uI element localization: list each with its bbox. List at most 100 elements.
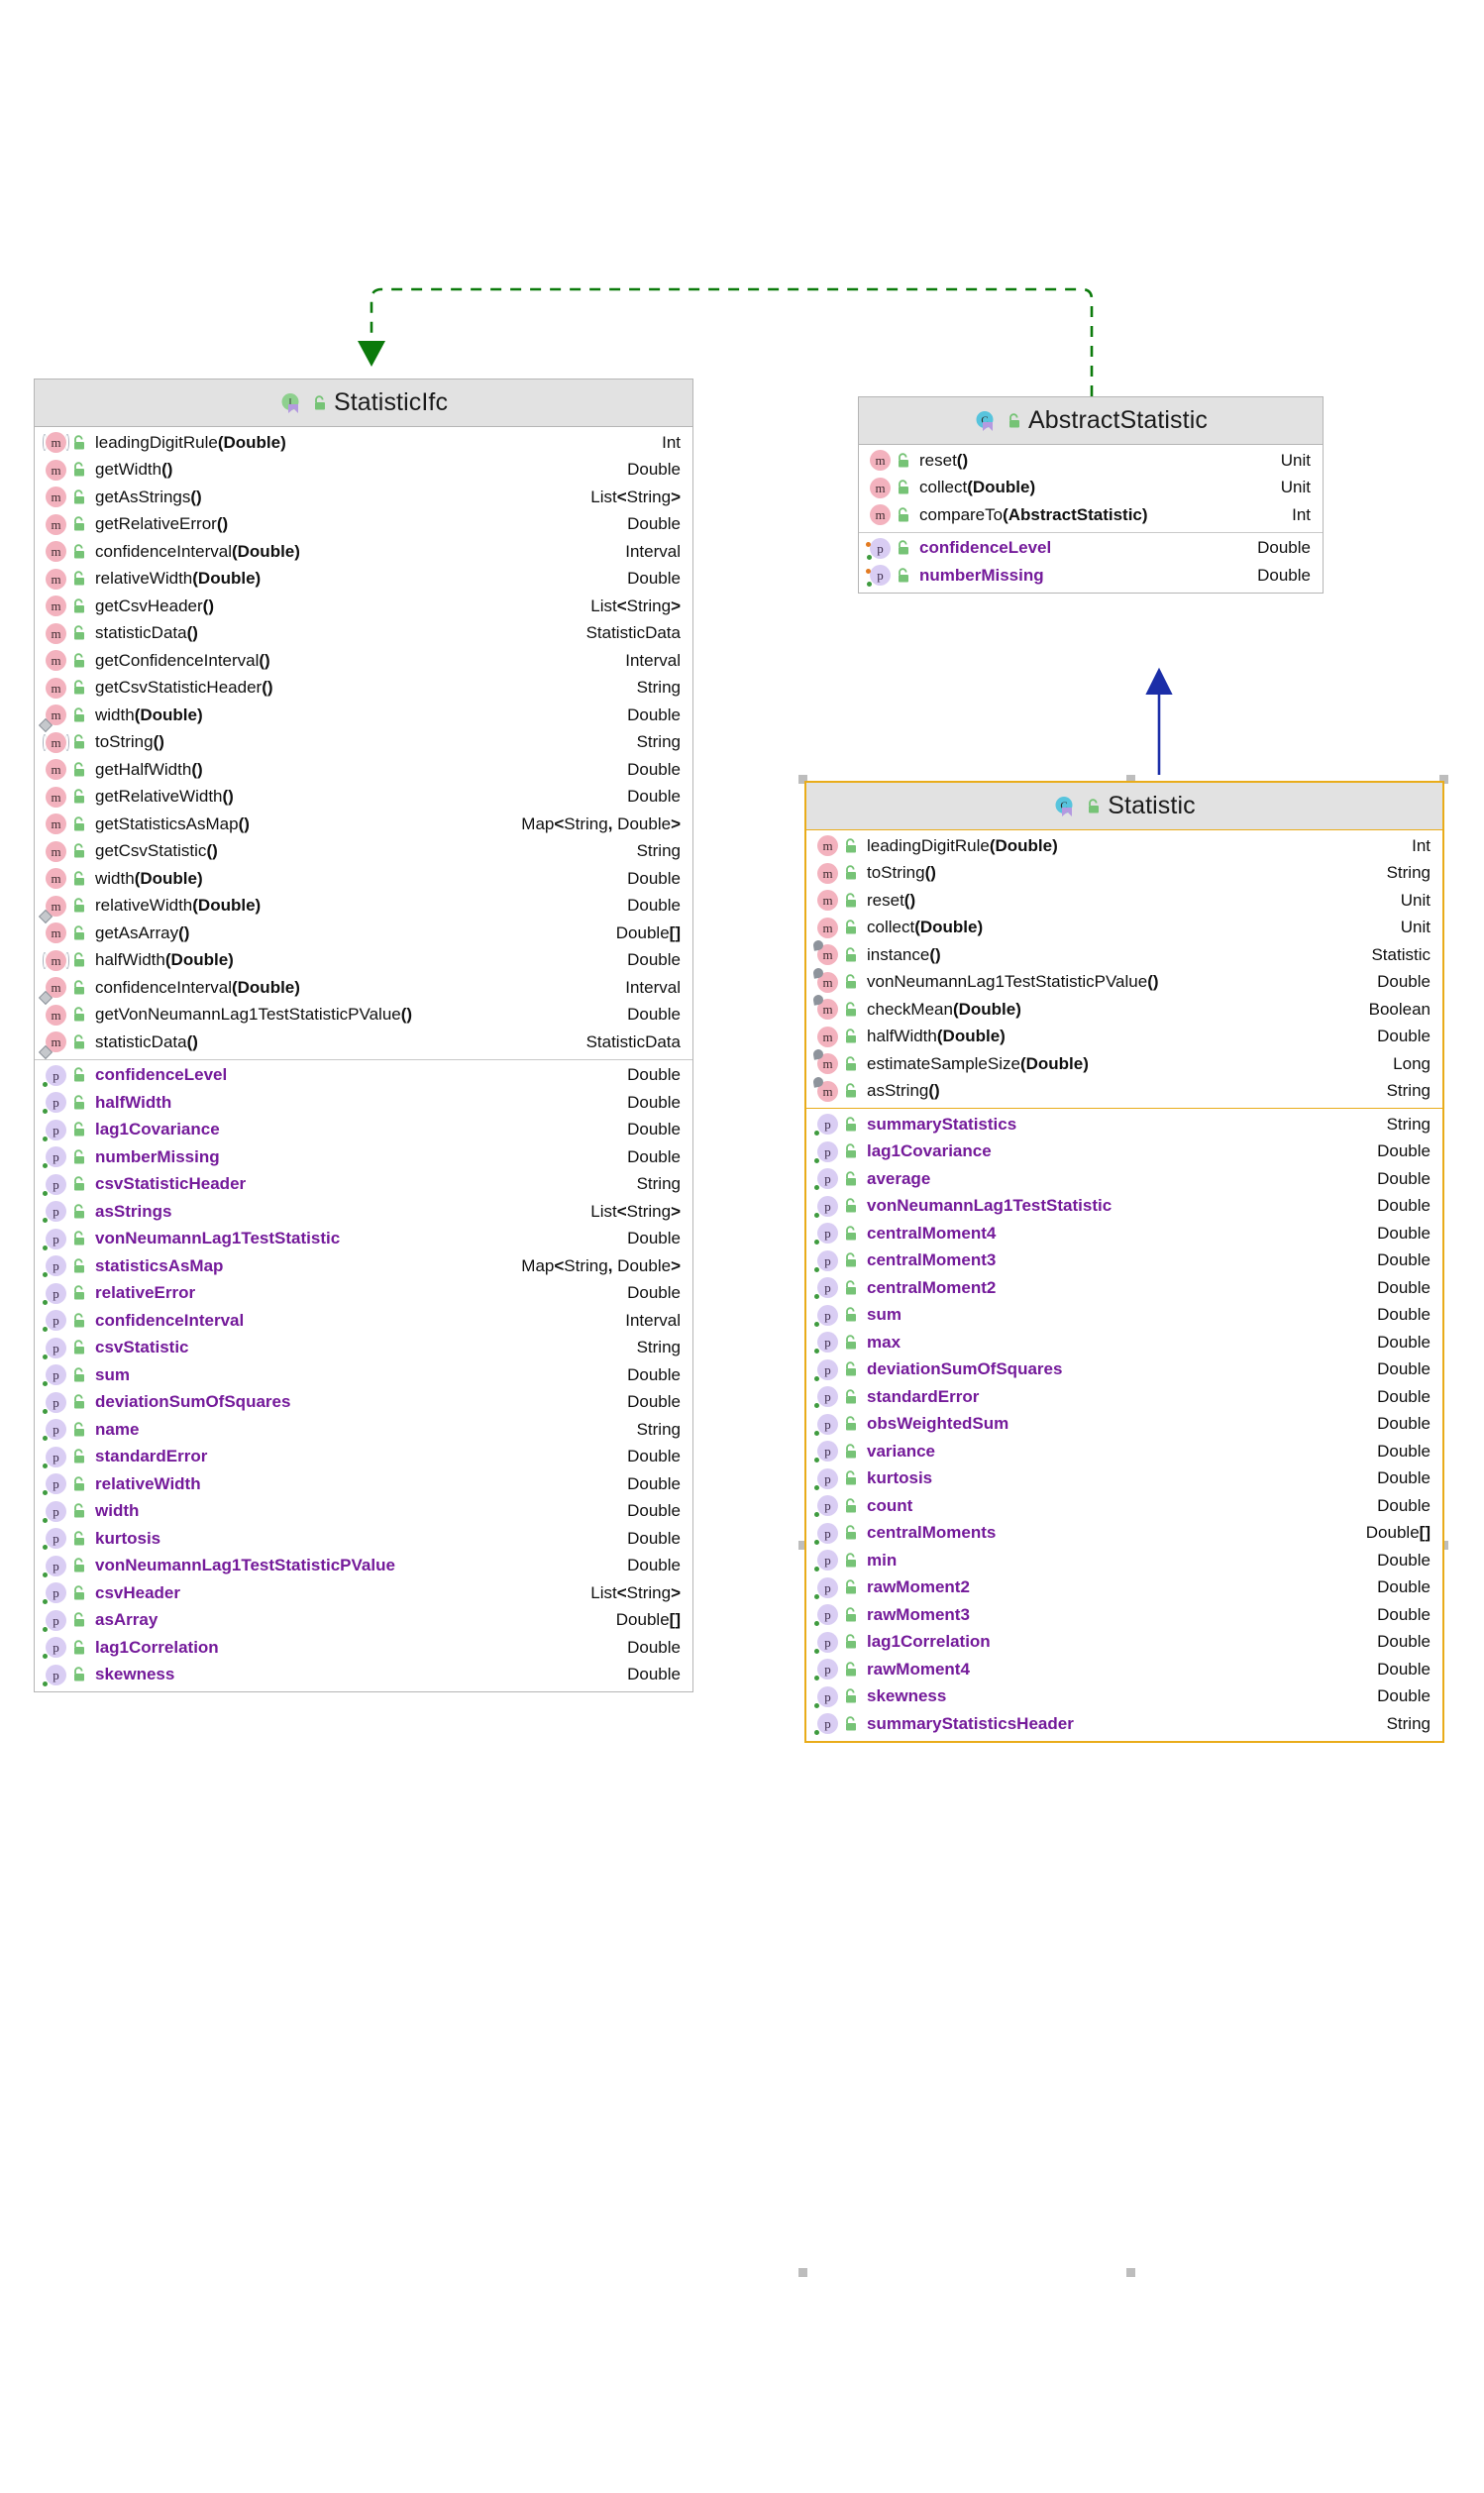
- method-row[interactable]: m getAsArray() Double[]: [35, 920, 692, 947]
- method-row[interactable]: m checkMean(Double) Boolean: [806, 994, 1442, 1024]
- property-row[interactable]: p rawMoment4 Double: [806, 1656, 1442, 1683]
- property-row[interactable]: p centralMoment4 Double: [806, 1220, 1442, 1247]
- member-type: Statistic: [1371, 944, 1431, 964]
- diagram-canvas[interactable]: I StatisticIfc m leadingDigitRule(Double)…: [0, 0, 1484, 2493]
- method-row[interactable]: m relativeWidth(Double) Double: [35, 566, 692, 594]
- property-row[interactable]: p confidenceInterval Interval: [35, 1307, 692, 1335]
- method-row[interactable]: m getWidth() Double: [35, 457, 692, 485]
- property-row[interactable]: p csvStatistic String: [35, 1335, 692, 1362]
- property-row[interactable]: p vonNeumannLag1TestStatistic Double: [35, 1226, 692, 1253]
- method-row[interactable]: m getVonNeumannLag1TestStatisticPValue() D…: [35, 1002, 692, 1030]
- method-row[interactable]: m getHalfWidth() Double: [35, 756, 692, 784]
- method-row[interactable]: m width(Double) Double: [35, 865, 692, 893]
- method-row[interactable]: m getConfidenceInterval() Interval: [35, 647, 692, 675]
- method-row[interactable]: m getAsStrings() List<String>: [35, 484, 692, 511]
- property-row[interactable]: p vonNeumannLag1TestStatisticPValue Double: [35, 1553, 692, 1580]
- class-box-statistic[interactable]: C Statistic m leadingDigitRule(Double) Int…: [804, 781, 1444, 1743]
- property-row[interactable]: p csvHeader List<String>: [35, 1579, 692, 1607]
- selection-handle-bm[interactable]: [1126, 2268, 1135, 2277]
- method-row[interactable]: m toString() String: [806, 860, 1442, 888]
- property-row[interactable]: p deviationSumOfSquares Double: [806, 1356, 1442, 1384]
- method-row[interactable]: m getCsvStatisticHeader() String: [35, 675, 692, 703]
- property-row[interactable]: p standardError Double: [806, 1383, 1442, 1411]
- property-row[interactable]: p kurtosis Double: [35, 1525, 692, 1553]
- property-row[interactable]: p summaryStatistics String: [806, 1111, 1442, 1138]
- method-row[interactable]: m relativeWidth(Double) Double: [35, 893, 692, 923]
- method-row[interactable]: m compareTo(AbstractStatistic) Int: [859, 501, 1323, 529]
- method-row[interactable]: m reset() Unit: [806, 887, 1442, 915]
- property-row[interactable]: p summaryStatisticsHeader String: [806, 1710, 1442, 1738]
- method-row[interactable]: m halfWidth(Double) Double: [35, 947, 692, 975]
- property-row[interactable]: p width Double: [35, 1498, 692, 1526]
- property-row[interactable]: p vonNeumannLag1TestStatistic Double: [806, 1193, 1442, 1221]
- property-row[interactable]: p confidenceLevel Double: [35, 1062, 692, 1090]
- property-row[interactable]: p lag1Correlation Double: [806, 1629, 1442, 1657]
- method-row[interactable]: m getCsvHeader() List<String>: [35, 593, 692, 620]
- property-row[interactable]: p confidenceLevel Double: [859, 535, 1323, 563]
- property-row[interactable]: p kurtosis Double: [806, 1465, 1442, 1493]
- property-row[interactable]: p deviationSumOfSquares Double: [35, 1389, 692, 1417]
- property-row[interactable]: p halfWidth Double: [35, 1089, 692, 1117]
- property-row[interactable]: p relativeWidth Double: [35, 1470, 692, 1498]
- method-row[interactable]: m halfWidth(Double) Double: [806, 1024, 1442, 1051]
- property-row[interactable]: p centralMoment2 Double: [806, 1274, 1442, 1302]
- property-icon: p: [43, 1228, 66, 1250]
- property-row[interactable]: p lag1Correlation Double: [35, 1634, 692, 1662]
- property-row[interactable]: p relativeError Double: [35, 1280, 692, 1308]
- class-header-abstractstatistic[interactable]: C AbstractStatistic: [859, 397, 1323, 445]
- property-row[interactable]: p lag1Covariance Double: [806, 1138, 1442, 1166]
- property-row[interactable]: p variance Double: [806, 1438, 1442, 1465]
- property-row[interactable]: p asStrings List<String>: [35, 1198, 692, 1226]
- method-row[interactable]: m reset() Unit: [859, 447, 1323, 475]
- property-row[interactable]: p centralMoments Double[]: [806, 1520, 1442, 1548]
- method-row[interactable]: m collect(Double) Unit: [859, 475, 1323, 502]
- method-row[interactable]: m confidenceInterval(Double) Interval: [35, 538, 692, 566]
- method-row[interactable]: m width(Double) Double: [35, 702, 692, 733]
- property-row[interactable]: p standardError Double: [35, 1444, 692, 1471]
- property-row[interactable]: p min Double: [806, 1547, 1442, 1574]
- class-box-statisticifc[interactable]: I StatisticIfc m leadingDigitRule(Double)…: [34, 379, 693, 1692]
- unlocked-padlock-icon: [71, 1095, 86, 1111]
- method-row[interactable]: m confidenceInterval(Double) Interval: [35, 974, 692, 1006]
- selection-handle-bl[interactable]: [798, 2268, 807, 2277]
- property-row[interactable]: p sum Double: [806, 1302, 1442, 1330]
- method-row[interactable]: m statisticData() StatisticData: [35, 1029, 692, 1060]
- method-row[interactable]: m getCsvStatistic() String: [35, 838, 692, 866]
- method-row[interactable]: m instance() Statistic: [806, 939, 1442, 969]
- property-row[interactable]: p sum Double: [35, 1361, 692, 1389]
- method-row[interactable]: m collect(Double) Unit: [806, 915, 1442, 942]
- method-row[interactable]: m toString() String: [35, 729, 692, 757]
- method-row[interactable]: m asString() String: [806, 1075, 1442, 1106]
- method-row[interactable]: m leadingDigitRule(Double) Int: [806, 832, 1442, 860]
- property-row[interactable]: p count Double: [806, 1492, 1442, 1520]
- property-row[interactable]: p asArray Double[]: [35, 1607, 692, 1635]
- method-row[interactable]: m getRelativeError() Double: [35, 511, 692, 539]
- property-row[interactable]: p csvStatisticHeader String: [35, 1171, 692, 1199]
- property-row[interactable]: p numberMissing Double: [35, 1143, 692, 1171]
- property-row[interactable]: p numberMissing Double: [859, 562, 1323, 590]
- method-row[interactable]: m leadingDigitRule(Double) Int: [35, 429, 692, 457]
- member-icons: m: [817, 1026, 858, 1047]
- property-row[interactable]: p max Double: [806, 1329, 1442, 1356]
- property-row[interactable]: p obsWeightedSum Double: [806, 1411, 1442, 1439]
- method-row[interactable]: m vonNeumannLag1TestStatisticPValue() Doub…: [806, 966, 1442, 997]
- method-name: vonNeumannLag1TestStatisticPValue(): [867, 972, 1159, 992]
- property-row[interactable]: p average Double: [806, 1165, 1442, 1193]
- getter-dot-icon: [43, 1272, 48, 1278]
- class-box-abstractstatistic[interactable]: C AbstractStatistic m reset() Unit m collect…: [858, 396, 1324, 594]
- property-row[interactable]: p skewness Double: [806, 1683, 1442, 1711]
- property-row[interactable]: p lag1Covariance Double: [35, 1117, 692, 1144]
- property-row[interactable]: p centralMoment3 Double: [806, 1247, 1442, 1275]
- member-icons: m: [817, 862, 858, 884]
- property-row[interactable]: p rawMoment2 Double: [806, 1574, 1442, 1602]
- method-row[interactable]: m statisticData() StatisticData: [35, 620, 692, 648]
- method-row[interactable]: m estimateSampleSize(Double) Long: [806, 1048, 1442, 1078]
- property-row[interactable]: p skewness Double: [35, 1662, 692, 1689]
- property-row[interactable]: p rawMoment3 Double: [806, 1601, 1442, 1629]
- class-header-statistic[interactable]: C Statistic: [806, 783, 1442, 830]
- property-row[interactable]: p statisticsAsMap Map<String, Double>: [35, 1252, 692, 1280]
- method-row[interactable]: m getRelativeWidth() Double: [35, 784, 692, 812]
- method-row[interactable]: m getStatisticsAsMap() Map<String, Double>: [35, 811, 692, 838]
- property-row[interactable]: p name String: [35, 1416, 692, 1444]
- class-header-statisticifc[interactable]: I StatisticIfc: [35, 379, 692, 427]
